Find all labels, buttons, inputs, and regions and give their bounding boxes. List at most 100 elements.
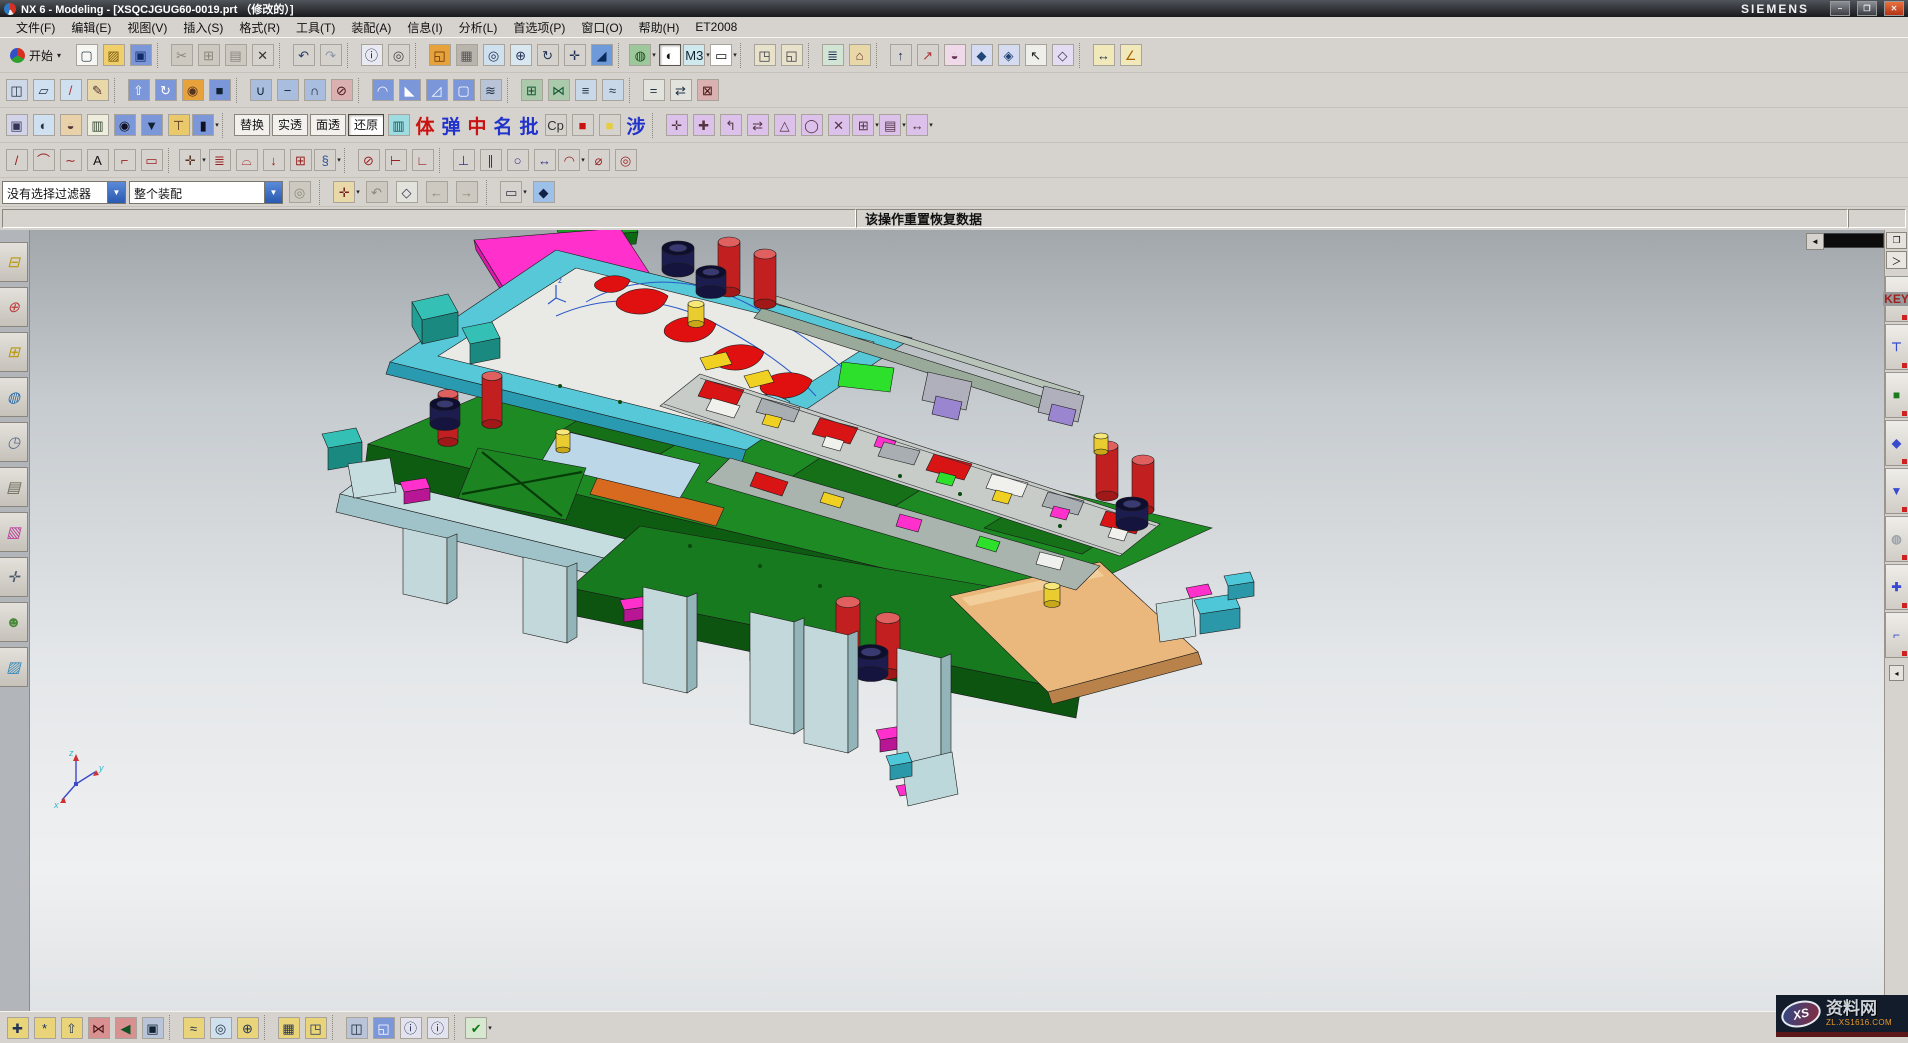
find-button[interactable]: ◎ [385, 42, 412, 69]
press-block-button[interactable]: ▼ [138, 112, 165, 139]
show-all-button[interactable]: ▥ [84, 112, 111, 139]
copy-button[interactable]: ⊞ [195, 42, 222, 69]
library-plate-part-button[interactable]: ▼ [1885, 468, 1908, 514]
point-tool-button[interactable]: ✛▾ [179, 147, 206, 174]
selection-scope-combo[interactable]: 整个装配 ▼ [129, 181, 283, 204]
visualization-tab[interactable]: ▧ [0, 512, 28, 552]
part-family-button[interactable]: ⌂ [846, 42, 873, 69]
move-object-button[interactable]: ⇄ [667, 77, 694, 104]
instance-feature-button[interactable]: ⊞ [518, 77, 545, 104]
parallel-constraint-button[interactable]: ∥ [477, 147, 504, 174]
zoom-box-button[interactable]: ▦ [453, 42, 480, 69]
menu-item-3[interactable]: 插入(S) [175, 17, 231, 38]
trim-body-button[interactable]: ⊘ [328, 77, 355, 104]
subtract-button[interactable]: − [274, 77, 301, 104]
tangent-constraint-button[interactable]: ○ [504, 147, 531, 174]
library-punch-part-button[interactable]: ⊤ [1885, 324, 1908, 370]
zoom-window-button[interactable]: ◎ [480, 42, 507, 69]
diameter-dimension-button[interactable]: ⌀ [585, 147, 612, 174]
datum-csys-button[interactable]: ↑ [887, 42, 914, 69]
scrollbar-track[interactable] [1824, 233, 1884, 248]
cp-annotation-button[interactable]: Cp [542, 112, 569, 139]
spline-tool-button[interactable]: ∼ [57, 147, 84, 174]
sketch-button[interactable]: ✎ [84, 77, 111, 104]
component-cylinder-button[interactable]: ◯ [798, 112, 825, 139]
immediate-hide-button[interactable]: ◒ [57, 112, 84, 139]
snap-settings-button[interactable]: ✛▾ [333, 179, 360, 206]
open-component-button[interactable]: ↰ [717, 112, 744, 139]
minimize-button[interactable]: – [1830, 1, 1850, 16]
add-component-button[interactable]: ✚ [690, 112, 717, 139]
close-button[interactable]: ✕ [1884, 1, 1904, 16]
prev-selection-button[interactable]: ← [423, 179, 450, 206]
tooling-box-button[interactable]: ▮▾ [192, 112, 219, 139]
dimension-button[interactable]: ↔ [531, 147, 558, 174]
pattern-component-button[interactable]: ⊞▾ [852, 112, 879, 139]
menu-item-1[interactable]: 编辑(E) [63, 17, 119, 38]
chamfer-button[interactable]: ◣ [396, 77, 423, 104]
line-tool-button[interactable]: / [3, 147, 30, 174]
quick-trim-button[interactable]: ⊘ [355, 147, 382, 174]
save-button[interactable]: ▣ [127, 42, 154, 69]
new-file-button[interactable]: ▢ [73, 42, 100, 69]
cut-button[interactable]: ✂ [168, 42, 195, 69]
block-button[interactable]: ■ [206, 77, 233, 104]
perpendicular-constraint-button[interactable]: ⊥ [450, 147, 477, 174]
viewport-maximize-icon[interactable]: ❐ [1886, 232, 1907, 249]
menu-item-8[interactable]: 分析(L) [451, 17, 506, 38]
window-display-button[interactable]: ◳ [751, 42, 778, 69]
component-properties-button[interactable]: ▤▾ [879, 112, 906, 139]
pan-view-button[interactable]: ✛ [561, 42, 588, 69]
roles-tab[interactable]: ☻ [0, 602, 28, 642]
rotate-view-button[interactable]: ↻ [534, 42, 561, 69]
3d-die-assembly-model[interactable]: z z y x [30, 230, 1884, 1011]
restore-button[interactable]: ❐ [1857, 1, 1877, 16]
interference-check-button[interactable]: 涉 [623, 112, 649, 139]
show-hide-button[interactable]: ◐ [30, 112, 57, 139]
menu-item-0[interactable]: 文件(F) [8, 17, 63, 38]
thread-button[interactable]: ≋ [477, 77, 504, 104]
view-m3-button[interactable]: M3▾ [683, 42, 710, 69]
menu-item-4[interactable]: 格式(R) [231, 17, 288, 38]
mirror-feature-button[interactable]: ⋈ [545, 77, 572, 104]
menu-item-10[interactable]: 窗口(O) [573, 17, 630, 38]
graphics-window[interactable]: ◄ [30, 230, 1884, 1011]
edit-object-display-button[interactable]: ▣ [3, 112, 30, 139]
library-sleeve-part-button[interactable]: ◍ [1885, 516, 1908, 562]
replace-component-button[interactable]: ⇄ [744, 112, 771, 139]
menu-item-9[interactable]: 首选项(P) [505, 17, 573, 38]
gallery-tab[interactable]: ▨ [0, 647, 28, 687]
red-solid-button[interactable]: ■ [569, 112, 596, 139]
reuse-library-button[interactable]: ≣ [819, 42, 846, 69]
part-navigator-tab[interactable]: ⊞ [0, 332, 28, 372]
hole-button[interactable]: ◉ [179, 77, 206, 104]
hole-series-button[interactable]: ◉ [111, 112, 138, 139]
bridge-curve-button[interactable]: ⌓ [233, 147, 260, 174]
menu-item-6[interactable]: 装配(A) [343, 17, 399, 38]
new-window-button[interactable]: ◱ [778, 42, 805, 69]
library-block-part-button[interactable]: ◆ [1885, 420, 1908, 466]
chevron-down-icon[interactable]: ▼ [107, 182, 125, 203]
constraint-component-button[interactable]: △ [771, 112, 798, 139]
sew-button[interactable]: ≈ [599, 77, 626, 104]
fit-view-button[interactable]: ◱ [426, 42, 453, 69]
scroll-left-icon[interactable]: ◄ [1806, 233, 1824, 250]
selection-filter-combo[interactable]: 没有选择过滤器 ▼ [2, 181, 126, 204]
section-stripes-button[interactable]: ▥ [385, 112, 412, 139]
menu-item-5[interactable]: 工具(T) [288, 17, 343, 38]
offset-surface-button[interactable]: ≡ [572, 77, 599, 104]
library-elbow-part-button[interactable]: ⌐ [1885, 612, 1908, 658]
perspective-view-button[interactable]: ◢ [588, 42, 615, 69]
fillet-tool-button[interactable]: ⌐ [111, 147, 138, 174]
chevron-down-icon[interactable]: ▼ [264, 182, 282, 203]
display-mode-button[interactable]: ◫ [3, 77, 30, 104]
menu-item-7[interactable]: 信息(I) [399, 17, 450, 38]
machinery-tools-tab[interactable]: ✛ [0, 557, 28, 597]
menu-item-11[interactable]: 帮助(H) [631, 17, 688, 38]
solid-translucency-button[interactable]: 实透 [272, 114, 308, 136]
viewport-scrollbar[interactable]: ◄ [1806, 233, 1884, 250]
assembly-navigator-tab[interactable]: ⊟ [0, 242, 28, 282]
selection-find-button[interactable]: ◎ [286, 179, 313, 206]
restore-display-button[interactable]: 还原 [348, 114, 384, 136]
delete-button[interactable]: ✕ [249, 42, 276, 69]
